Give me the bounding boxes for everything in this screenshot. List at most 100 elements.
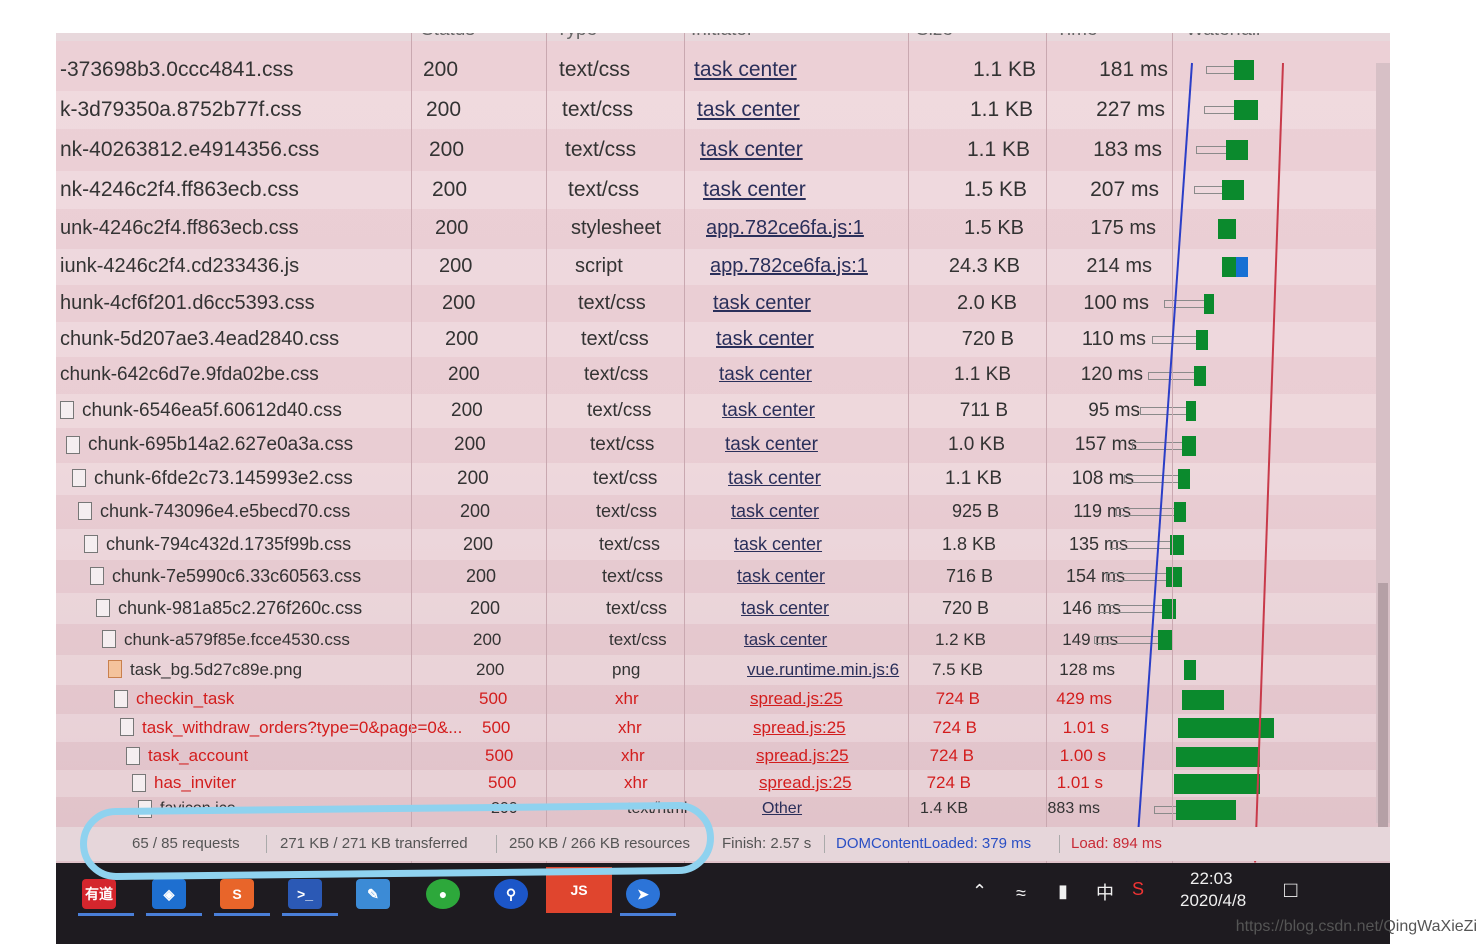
chevron-up-icon[interactable]: ⌃ bbox=[972, 881, 987, 902]
header-status[interactable]: Status bbox=[421, 33, 475, 41]
request-name[interactable]: checkin_task bbox=[136, 689, 234, 709]
request-initiator-link[interactable]: task center bbox=[731, 501, 819, 522]
request-row[interactable]: task_account 500 xhr spread.js:25 724 B 1.00 … bbox=[56, 743, 1390, 770]
feishu-icon[interactable]: ➤ bbox=[626, 879, 660, 909]
document-file-icon bbox=[78, 502, 92, 520]
request-name[interactable]: chunk-642c6d7e.9fda02be.css bbox=[60, 364, 319, 386]
request-name[interactable]: chunk-a579f85e.fcce4530.css bbox=[124, 630, 350, 650]
request-initiator-link[interactable]: task center bbox=[725, 434, 818, 456]
request-initiator-link[interactable]: task center bbox=[719, 364, 812, 386]
scrollbar-thumb[interactable] bbox=[1378, 583, 1388, 833]
request-name[interactable]: k-3d79350a.8752b77f.css bbox=[60, 98, 302, 122]
header-initiator[interactable]: Initiator bbox=[691, 33, 753, 41]
request-initiator-link[interactable]: task center bbox=[703, 178, 806, 202]
request-name[interactable]: task_bg.5d27c89e.png bbox=[130, 660, 302, 680]
request-row[interactable]: task_bg.5d27c89e.png 200 png vue.runtime.mi… bbox=[56, 655, 1390, 685]
request-time: 95 ms bbox=[1088, 400, 1140, 421]
request-initiator-link[interactable]: spread.js:25 bbox=[750, 689, 843, 709]
vertical-scrollbar[interactable] bbox=[1376, 63, 1390, 833]
request-row[interactable]: chunk-695b14a2.627e0a3a.css 200 text/css ta… bbox=[56, 429, 1390, 462]
request-name[interactable]: chunk-794c432d.1735f99b.css bbox=[106, 534, 351, 555]
request-row[interactable]: unk-4246c2f4.ff863ecb.css 200 stylesheet ap… bbox=[56, 210, 1390, 247]
request-name[interactable]: task_account bbox=[148, 746, 248, 766]
request-row[interactable]: hunk-4cf6f201.d6cc5393.css 200 text/css tas… bbox=[56, 286, 1390, 321]
request-name[interactable]: nk-40263812.e4914356.css bbox=[60, 138, 319, 162]
request-row[interactable]: task_withdraw_orders?type=0&page=0&... 50… bbox=[56, 714, 1390, 742]
request-row[interactable]: chunk-794c432d.1735f99b.css 200 text/css ta… bbox=[56, 529, 1390, 560]
column-divider[interactable] bbox=[1172, 33, 1173, 864]
battery-icon[interactable]: ▮ bbox=[1058, 881, 1068, 902]
request-name[interactable]: task_withdraw_orders?type=0&page=0&... bbox=[142, 718, 462, 738]
request-row[interactable]: nk-4246c2f4.ff863ecb.css 200 text/css task … bbox=[56, 171, 1390, 209]
request-initiator-link[interactable]: task center bbox=[700, 138, 803, 162]
request-name[interactable]: chunk-981a85c2.276f260c.css bbox=[118, 598, 362, 619]
request-name[interactable]: chunk-5d207ae3.4ead2840.css bbox=[60, 328, 339, 351]
request-name[interactable]: hunk-4cf6f201.d6cc5393.css bbox=[60, 292, 315, 315]
request-row[interactable]: chunk-981a85c2.276f260c.css 200 text/css ta… bbox=[56, 593, 1390, 624]
ime-indicator[interactable]: 中 bbox=[1096, 879, 1114, 905]
request-name[interactable]: unk-4246c2f4.ff863ecb.css bbox=[60, 217, 299, 240]
column-divider[interactable] bbox=[684, 33, 685, 864]
header-time[interactable]: Time bbox=[1056, 33, 1098, 41]
request-initiator-link[interactable]: task center bbox=[728, 468, 821, 490]
request-row[interactable]: chunk-642c6d7e.9fda02be.css 200 text/css ta… bbox=[56, 358, 1390, 393]
header-waterfall[interactable]: Waterfall bbox=[1186, 33, 1260, 41]
request-row[interactable]: nk-40263812.e4914356.css 200 text/css task … bbox=[56, 131, 1390, 169]
request-initiator-link[interactable]: task center bbox=[734, 534, 822, 555]
request-name[interactable]: nk-4246c2f4.ff863ecb.css bbox=[60, 178, 299, 202]
request-initiator-link[interactable]: app.782ce6fa.js:1 bbox=[710, 255, 868, 278]
column-divider[interactable] bbox=[546, 33, 547, 864]
request-initiator-link[interactable]: spread.js:25 bbox=[756, 746, 849, 766]
notepad-icon[interactable]: ✎ bbox=[356, 879, 390, 909]
request-initiator-link[interactable]: task center bbox=[697, 98, 800, 122]
request-initiator-link[interactable]: spread.js:25 bbox=[753, 718, 846, 738]
request-row[interactable]: chunk-6546ea5f.60612d40.css 200 text/css ta… bbox=[56, 394, 1390, 428]
request-initiator-link[interactable]: app.782ce6fa.js:1 bbox=[706, 217, 864, 240]
request-row[interactable]: chunk-7e5990c6.33c60563.css 200 text/css ta… bbox=[56, 561, 1390, 592]
request-initiator-link[interactable]: task center bbox=[737, 566, 825, 587]
request-initiator-link[interactable]: spread.js:25 bbox=[759, 773, 852, 793]
request-row[interactable]: iunk-4246c2f4.cd233436.js 200 script app.78… bbox=[56, 249, 1390, 285]
column-divider[interactable] bbox=[908, 33, 909, 864]
wechat-icon[interactable]: ● bbox=[426, 879, 460, 909]
request-initiator-link[interactable]: task center bbox=[722, 400, 815, 422]
request-name[interactable]: chunk-6fde2c73.145993e2.css bbox=[94, 468, 353, 490]
request-row[interactable]: chunk-5d207ae3.4ead2840.css 200 text/css ta… bbox=[56, 322, 1390, 357]
request-name[interactable]: iunk-4246c2f4.cd233436.js bbox=[60, 255, 299, 278]
request-initiator-link[interactable]: task center bbox=[694, 58, 797, 82]
header-type[interactable]: Type bbox=[556, 33, 597, 41]
header-size[interactable]: Size bbox=[916, 33, 953, 41]
request-initiator-link[interactable]: task center bbox=[716, 328, 814, 351]
divider bbox=[1059, 835, 1060, 853]
request-initiator-link[interactable]: task center bbox=[744, 630, 827, 650]
request-initiator-link[interactable]: vue.runtime.min.js:6 bbox=[747, 660, 899, 680]
clock-time[interactable]: 22:03 bbox=[1190, 869, 1233, 889]
request-name[interactable]: has_inviter bbox=[154, 773, 236, 793]
request-row[interactable]: chunk-a579f85e.fcce4530.css 200 text/css ta… bbox=[56, 625, 1390, 655]
clock-date[interactable]: 2020/4/8 bbox=[1180, 891, 1246, 911]
notification-icon[interactable]: □ bbox=[1284, 877, 1297, 903]
request-name[interactable]: -373698b3.0ccc4841.css bbox=[60, 58, 294, 82]
waterfall-queue-bar bbox=[1194, 186, 1222, 194]
vscode-icon[interactable]: ◈ bbox=[152, 879, 186, 909]
sogou-icon[interactable]: S bbox=[1132, 879, 1144, 900]
request-name[interactable]: chunk-6546ea5f.60612d40.css bbox=[82, 400, 342, 422]
request-initiator-link[interactable]: task center bbox=[741, 598, 829, 619]
sublime-icon[interactable]: S bbox=[220, 879, 254, 909]
column-divider[interactable] bbox=[411, 33, 412, 864]
column-divider[interactable] bbox=[1046, 33, 1047, 864]
request-size: 724 B bbox=[929, 746, 974, 765]
request-row[interactable]: chunk-743096e4.e5becd70.css 200 text/css ta… bbox=[56, 496, 1390, 528]
request-row[interactable]: checkin_task 500 xhr spread.js:25 724 B 429 m… bbox=[56, 685, 1390, 714]
wifi-icon[interactable]: ≈ bbox=[1016, 883, 1026, 904]
request-name[interactable]: chunk-7e5990c6.33c60563.css bbox=[112, 566, 361, 587]
maps-icon[interactable]: ⚲ bbox=[494, 879, 528, 909]
request-initiator-link[interactable]: task center bbox=[713, 292, 811, 315]
request-row[interactable]: chunk-6fde2c73.145993e2.css 200 text/css ta… bbox=[56, 463, 1390, 495]
powershell-icon[interactable]: >_ bbox=[288, 879, 322, 909]
youdao-icon[interactable]: 有道 bbox=[82, 879, 116, 909]
request-name[interactable]: chunk-695b14a2.627e0a3a.css bbox=[88, 434, 353, 456]
request-name[interactable]: chunk-743096e4.e5becd70.css bbox=[100, 501, 350, 522]
request-row[interactable]: has_inviter 500 xhr spread.js:25 724 B 1.01 s bbox=[56, 770, 1390, 797]
request-initiator-link[interactable]: Other bbox=[762, 800, 802, 818]
